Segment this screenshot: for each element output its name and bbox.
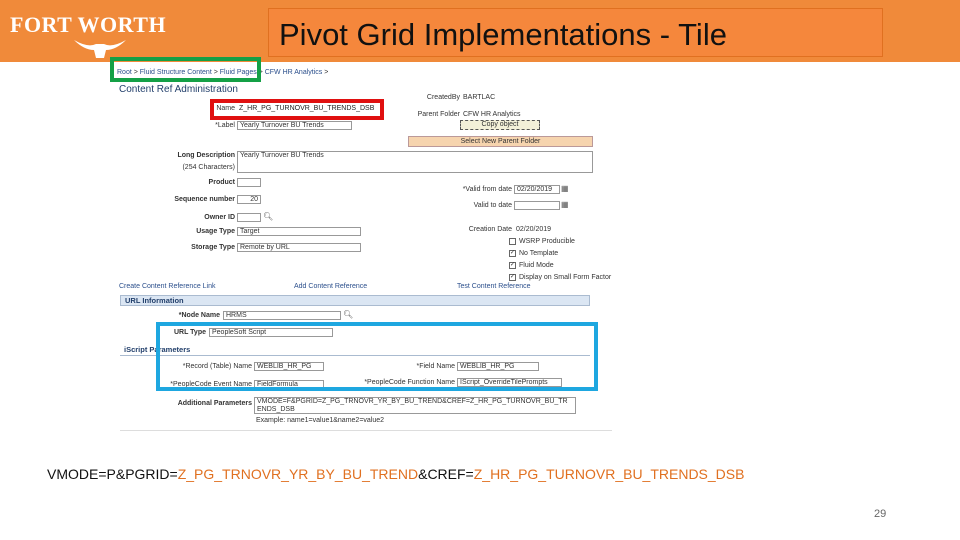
page-number: 29	[874, 508, 887, 520]
formula-pivot-grid: Z_PG_TRNOVR_YR_BY_BU_TREND	[177, 466, 419, 482]
storage-type-select[interactable]: Remote by URL	[237, 243, 361, 252]
small-form-label: Display on Small Form Factor	[519, 274, 612, 281]
fluid-mode-label: Fluid Mode	[519, 262, 554, 269]
valid-to-field[interactable]	[514, 201, 560, 210]
example-text: Example: name1=value1&name2=value2	[256, 417, 385, 424]
url-highlight-box	[156, 322, 598, 391]
product-field[interactable]	[237, 178, 261, 187]
additional-parameters-field[interactable]: VMODE=F&PGRID=Z_PG_TRNOVR_YR_BY_BU_TREND…	[254, 397, 576, 414]
parent-folder-value: CFW HR Analytics	[463, 111, 521, 118]
creation-date-label: Creation Date	[468, 226, 512, 233]
long-description-label: Long Description	[177, 152, 235, 159]
calendar-to-icon[interactable]: ▦	[561, 200, 569, 209]
valid-to-label: Valid to date	[473, 202, 512, 209]
sequence-field[interactable]: 20	[237, 195, 261, 204]
owner-id-field[interactable]	[237, 213, 261, 222]
valid-from-field[interactable]: 02/20/2019	[514, 185, 560, 194]
parent-folder-label: Parent Folder	[417, 111, 460, 118]
no-template-checkbox[interactable]: ✓	[509, 250, 516, 257]
node-name-label: *Node Name	[178, 312, 220, 319]
name-highlight-box	[210, 99, 384, 120]
created-by-label: CreatedBy	[426, 94, 460, 101]
formula-part-1: VMODE=P&PGRID=	[47, 466, 178, 482]
storage-type-label: Storage Type	[191, 244, 235, 251]
small-form-checkbox[interactable]: ✓	[509, 274, 516, 281]
additional-parameters-label: Additional Parameters	[177, 400, 252, 407]
add-content-reference-link[interactable]: Add Content Reference	[294, 283, 367, 290]
breadcrumb-hr-analytics[interactable]: CFW HR Analytics	[265, 69, 323, 76]
additional-parameters-line1: VMODE=F&PGRID=Z_PG_TRNOVR_YR_BY_BU_TREND…	[257, 398, 568, 405]
long-description-field[interactable]: Yearly Turnover BU Trends	[237, 151, 593, 173]
breadcrumb-highlight-box	[110, 57, 261, 82]
formula-cref: Z_HR_PG_TURNOVR_BU_TRENDS_DSB	[473, 466, 745, 482]
slide-title-box: Pivot Grid Implementations - Tile	[268, 8, 883, 57]
panel-title: Content Ref Administration	[119, 84, 238, 95]
formula-text: VMODE=P&PGRID=Z_PG_TRNOVR_YR_BY_BU_TREND…	[47, 466, 744, 482]
url-information-header: URL Information	[120, 295, 590, 306]
usage-type-select[interactable]: Target	[237, 227, 361, 236]
node-lookup-icon[interactable]: 🔍︎	[343, 310, 353, 319]
sequence-label: Sequence number	[174, 196, 235, 203]
node-name-field[interactable]: HRMS	[223, 311, 341, 320]
additional-parameters-line2: ENDS_DSB	[257, 405, 295, 413]
wsrp-checkbox[interactable]	[509, 238, 516, 245]
fort-worth-logo: FORT WORTH	[10, 12, 167, 37]
wsrp-label: WSRP Producible	[519, 238, 575, 245]
long-description-chars: (254 Characters)	[182, 164, 235, 171]
owner-id-label: Owner ID	[204, 214, 235, 221]
fluid-mode-checkbox[interactable]: ✓	[509, 262, 516, 269]
slide-title: Pivot Grid Implementations - Tile	[279, 17, 727, 52]
create-link[interactable]: Create Content Reference Link	[119, 283, 216, 290]
usage-type-label: Usage Type	[196, 228, 235, 235]
calendar-icon[interactable]: ▦	[561, 184, 569, 193]
product-label: Product	[208, 179, 235, 186]
label-label: *Label	[215, 122, 235, 129]
no-template-label: No Template	[519, 250, 559, 257]
divider	[120, 430, 612, 431]
formula-part-3: &CREF=	[418, 466, 474, 482]
valid-from-label: *Valid from date	[462, 186, 512, 193]
owner-lookup-icon[interactable]: 🔍︎	[263, 212, 273, 221]
label-field[interactable]: Yearly Turnover BU Trends	[237, 121, 352, 130]
copy-object-button[interactable]: Copy object	[460, 120, 540, 130]
creation-date-value: 02/20/2019	[516, 226, 552, 233]
created-by-value: BARTLAC	[463, 94, 496, 101]
test-content-reference-link[interactable]: Test Content Reference	[457, 283, 531, 290]
select-parent-folder-button[interactable]: Select New Parent Folder	[408, 136, 593, 147]
